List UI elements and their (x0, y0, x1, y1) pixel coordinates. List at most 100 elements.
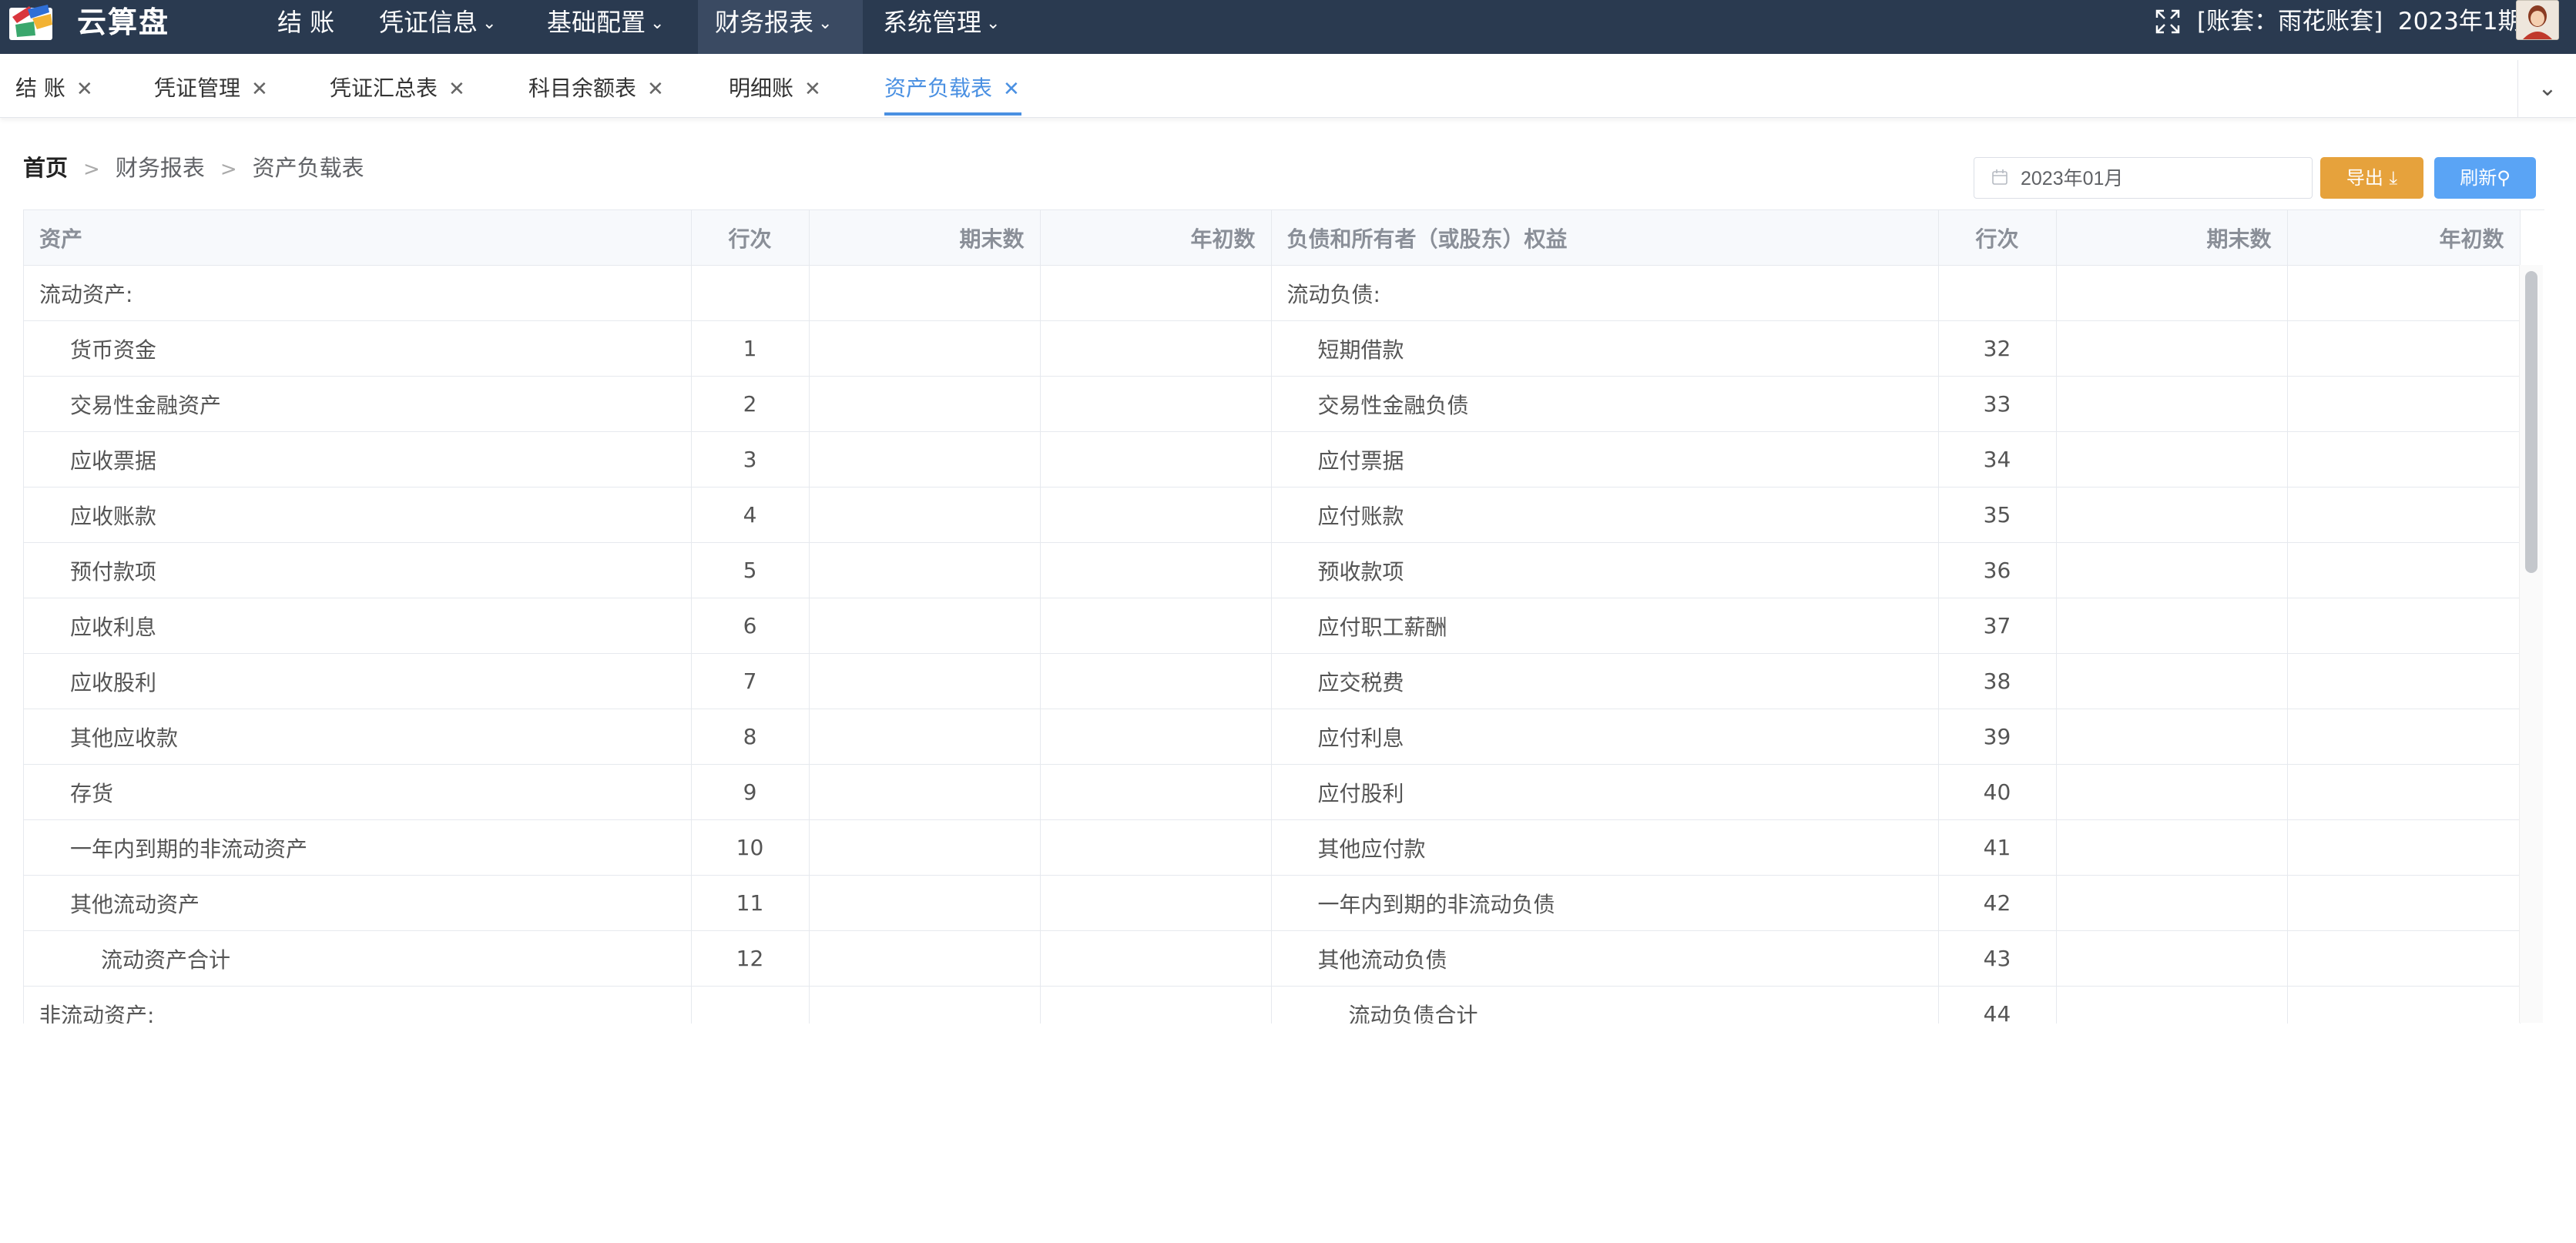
tab-label: 科目余额表 (528, 75, 637, 101)
column-header-year-start: 年初数 (2287, 210, 2521, 266)
period-date-input[interactable] (2021, 158, 2298, 196)
nav-label: 财务报表 (715, 8, 814, 37)
liability-line-no: 36 (1938, 542, 2057, 598)
liability-item-name: 应付票据 (1271, 431, 1939, 487)
asset-line-no: 6 (691, 598, 810, 654)
liability-line-no: 35 (1938, 487, 2057, 543)
liability-period-end-value (2056, 376, 2288, 432)
asset-year-start-value (1040, 930, 1272, 987)
close-icon[interactable]: ✕ (647, 78, 664, 101)
table-row: 非流动资产: 流动负债合计 44 (24, 986, 2521, 1024)
liability-year-start-value (2287, 875, 2521, 931)
liability-year-start-value (2287, 487, 2521, 543)
liability-item-name: 流动负债合计 (1271, 986, 1939, 1024)
breadcrumb-home[interactable]: 首页 (23, 155, 68, 181)
asset-item-name: 非流动资产: (24, 986, 692, 1024)
export-button[interactable]: 导出 ⤓ (2320, 157, 2423, 199)
search-icon: ⚲ (2497, 167, 2511, 189)
chevron-down-icon: ⌄ (482, 14, 497, 33)
nav-label: 结 账 (277, 8, 335, 37)
liability-period-end-value (2056, 320, 2288, 377)
close-icon[interactable]: ✕ (251, 78, 268, 101)
chevron-down-icon: ⌄ (818, 14, 833, 33)
period-date-picker[interactable] (1974, 157, 2313, 199)
liability-item-name: 其他流动负债 (1271, 930, 1939, 987)
liability-period-end-value (2056, 709, 2288, 765)
asset-year-start-value (1040, 431, 1272, 487)
fullscreen-icon[interactable] (2154, 8, 2182, 35)
asset-item-name: 预付款项 (24, 542, 692, 598)
asset-period-end-value (809, 930, 1041, 987)
liability-line-no: 34 (1938, 431, 2057, 487)
liability-period-end-value (2056, 431, 2288, 487)
liability-year-start-value (2287, 930, 2521, 987)
asset-line-no: 2 (691, 376, 810, 432)
app-logo (6, 2, 57, 42)
column-header-period-end: 期末数 (809, 210, 1041, 266)
avatar[interactable] (2516, 0, 2559, 40)
liability-period-end-value (2056, 653, 2288, 709)
nav-financial-reports[interactable]: 财务报表 ⌄ (698, 0, 863, 54)
tab-label: 资产负载表 (884, 75, 993, 101)
nav-basic-config[interactable]: 基础配置 ⌄ (547, 0, 664, 54)
asset-period-end-value (809, 542, 1041, 598)
calendar-icon (1991, 169, 2008, 186)
tab-detail-ledger[interactable]: 明细账 ✕ (729, 60, 821, 117)
table-row: 流动资产合计 12 其他流动负债 43 (24, 930, 2521, 987)
breadcrumb: 首页 > 财务报表 > 资产负载表 (23, 152, 364, 183)
table-row: 应收账款 4 应付账款 35 (24, 487, 2521, 543)
liability-period-end-value (2056, 487, 2288, 543)
liability-period-end-value (2056, 986, 2288, 1024)
column-header-year-start: 年初数 (1040, 210, 1272, 266)
asset-year-start-value (1040, 320, 1272, 377)
tab-account-balance[interactable]: 科目余额表 ✕ (528, 60, 664, 117)
tab-label: 凭证汇总表 (330, 75, 438, 101)
tab-balance-sheet[interactable]: 资产负载表 ✕ (884, 60, 1020, 117)
liability-year-start-value (2287, 376, 2521, 432)
liability-period-end-value (2056, 819, 2288, 876)
balance-sheet-table-container: 资产 行次 期末数 年初数 负债和所有者（或股东）权益 行次 期末数 年初数 流… (23, 209, 2544, 1024)
liability-line-no: 39 (1938, 709, 2057, 765)
table-row: 其他应收款 8 应付利息 39 (24, 709, 2521, 765)
asset-item-name: 其他应收款 (24, 709, 692, 765)
liability-line-no: 37 (1938, 598, 2057, 654)
asset-year-start-value (1040, 376, 1272, 432)
close-icon[interactable]: ✕ (76, 78, 93, 101)
table-scrollbar-thumb[interactable] (2525, 271, 2537, 573)
asset-period-end-value (809, 320, 1041, 377)
nav-close-accounts[interactable]: 结 账 (277, 0, 334, 54)
tab-voucher-summary[interactable]: 凭证汇总表 ✕ (330, 60, 465, 117)
liability-year-start-value (2287, 598, 2521, 654)
tab-bar: 结 账 ✕ 凭证管理 ✕ 凭证汇总表 ✕ 科目余额表 ✕ 明细账 ✕ 资产负载表 ✕ (0, 60, 2576, 118)
table-row: 存货 9 应付股利 40 (24, 764, 2521, 820)
close-icon[interactable]: ✕ (1003, 78, 1020, 101)
asset-item-name: 流动资产: (24, 265, 692, 321)
liability-item-name: 一年内到期的非流动负债 (1271, 875, 1939, 931)
asset-year-start-value (1040, 487, 1272, 543)
asset-line-no (691, 265, 810, 321)
tab-voucher-management[interactable]: 凭证管理 ✕ (154, 60, 268, 117)
close-icon[interactable]: ✕ (448, 78, 465, 101)
tabs-dropdown-button[interactable]: ⌄ (2517, 60, 2576, 117)
download-icon: ⤓ (2383, 167, 2398, 189)
liability-item-name: 应付利息 (1271, 709, 1939, 765)
liability-year-start-value (2287, 819, 2521, 876)
asset-line-no: 1 (691, 320, 810, 377)
nav-system-management[interactable]: 系统管理 ⌄ (883, 0, 1000, 54)
nav-voucher-info[interactable]: 凭证信息 ⌄ (379, 0, 496, 54)
liability-line-no: 32 (1938, 320, 2057, 377)
refresh-button[interactable]: 刷新⚲ (2434, 157, 2536, 199)
table-row: 一年内到期的非流动资产 10 其他应付款 41 (24, 819, 2521, 876)
asset-year-start-value (1040, 819, 1272, 876)
breadcrumb-section: 财务报表 (115, 155, 205, 181)
asset-line-no: 5 (691, 542, 810, 598)
close-icon[interactable]: ✕ (804, 78, 821, 101)
asset-item-name: 应收股利 (24, 653, 692, 709)
liability-item-name: 应付职工薪酬 (1271, 598, 1939, 654)
tab-close-accounts[interactable]: 结 账 ✕ (15, 60, 93, 117)
column-header-assets: 资产 (24, 210, 692, 266)
asset-year-start-value (1040, 598, 1272, 654)
liability-year-start-value (2287, 320, 2521, 377)
liability-item-name: 应付股利 (1271, 764, 1939, 820)
chevron-right-icon: > (220, 158, 237, 181)
